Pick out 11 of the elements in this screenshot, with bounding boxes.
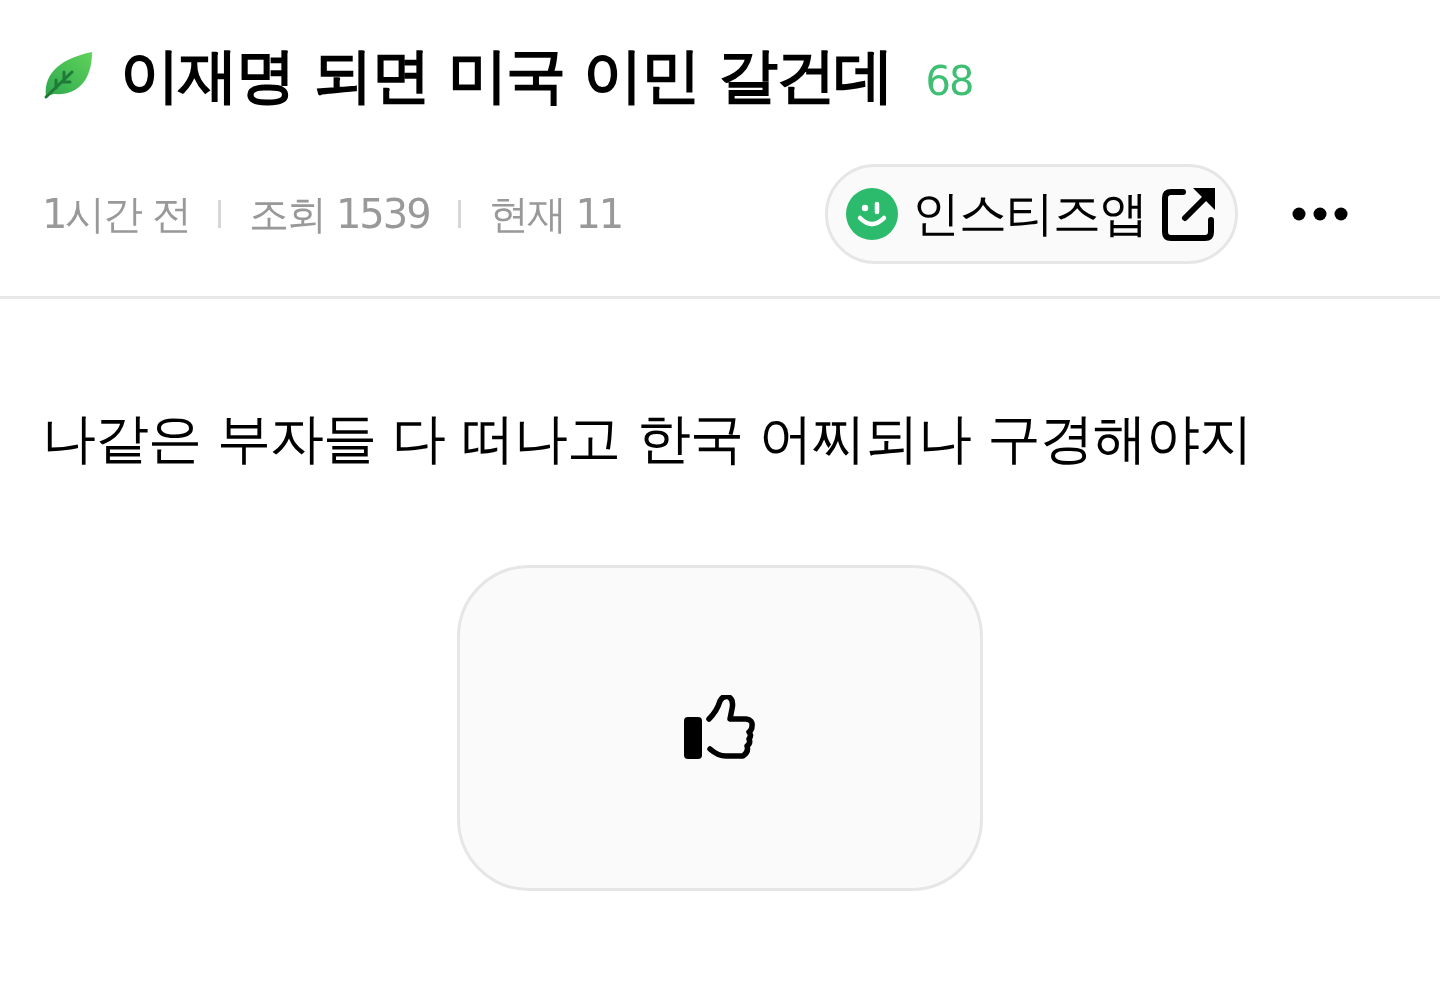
post-meta: 조회 1539 <box>249 190 430 238</box>
post-meta: 1시간 전 <box>42 190 191 238</box>
post-title: 이재명 되면 미국 이민 갈건데 <box>120 42 892 108</box>
more-options-icon[interactable] <box>1292 207 1348 221</box>
thumbs-up-icon <box>683 695 757 761</box>
post-meta: 현재 11 <box>488 190 623 238</box>
app-link-button[interactable]: 인스티즈앱 <box>825 164 1238 264</box>
post-body: 나같은 부자들 다 떠나고 한국 어찌되나 구경해야지 <box>42 407 1252 471</box>
leaf-icon <box>42 50 94 100</box>
smiley-icon <box>846 188 898 240</box>
external-link-icon <box>1161 186 1217 242</box>
